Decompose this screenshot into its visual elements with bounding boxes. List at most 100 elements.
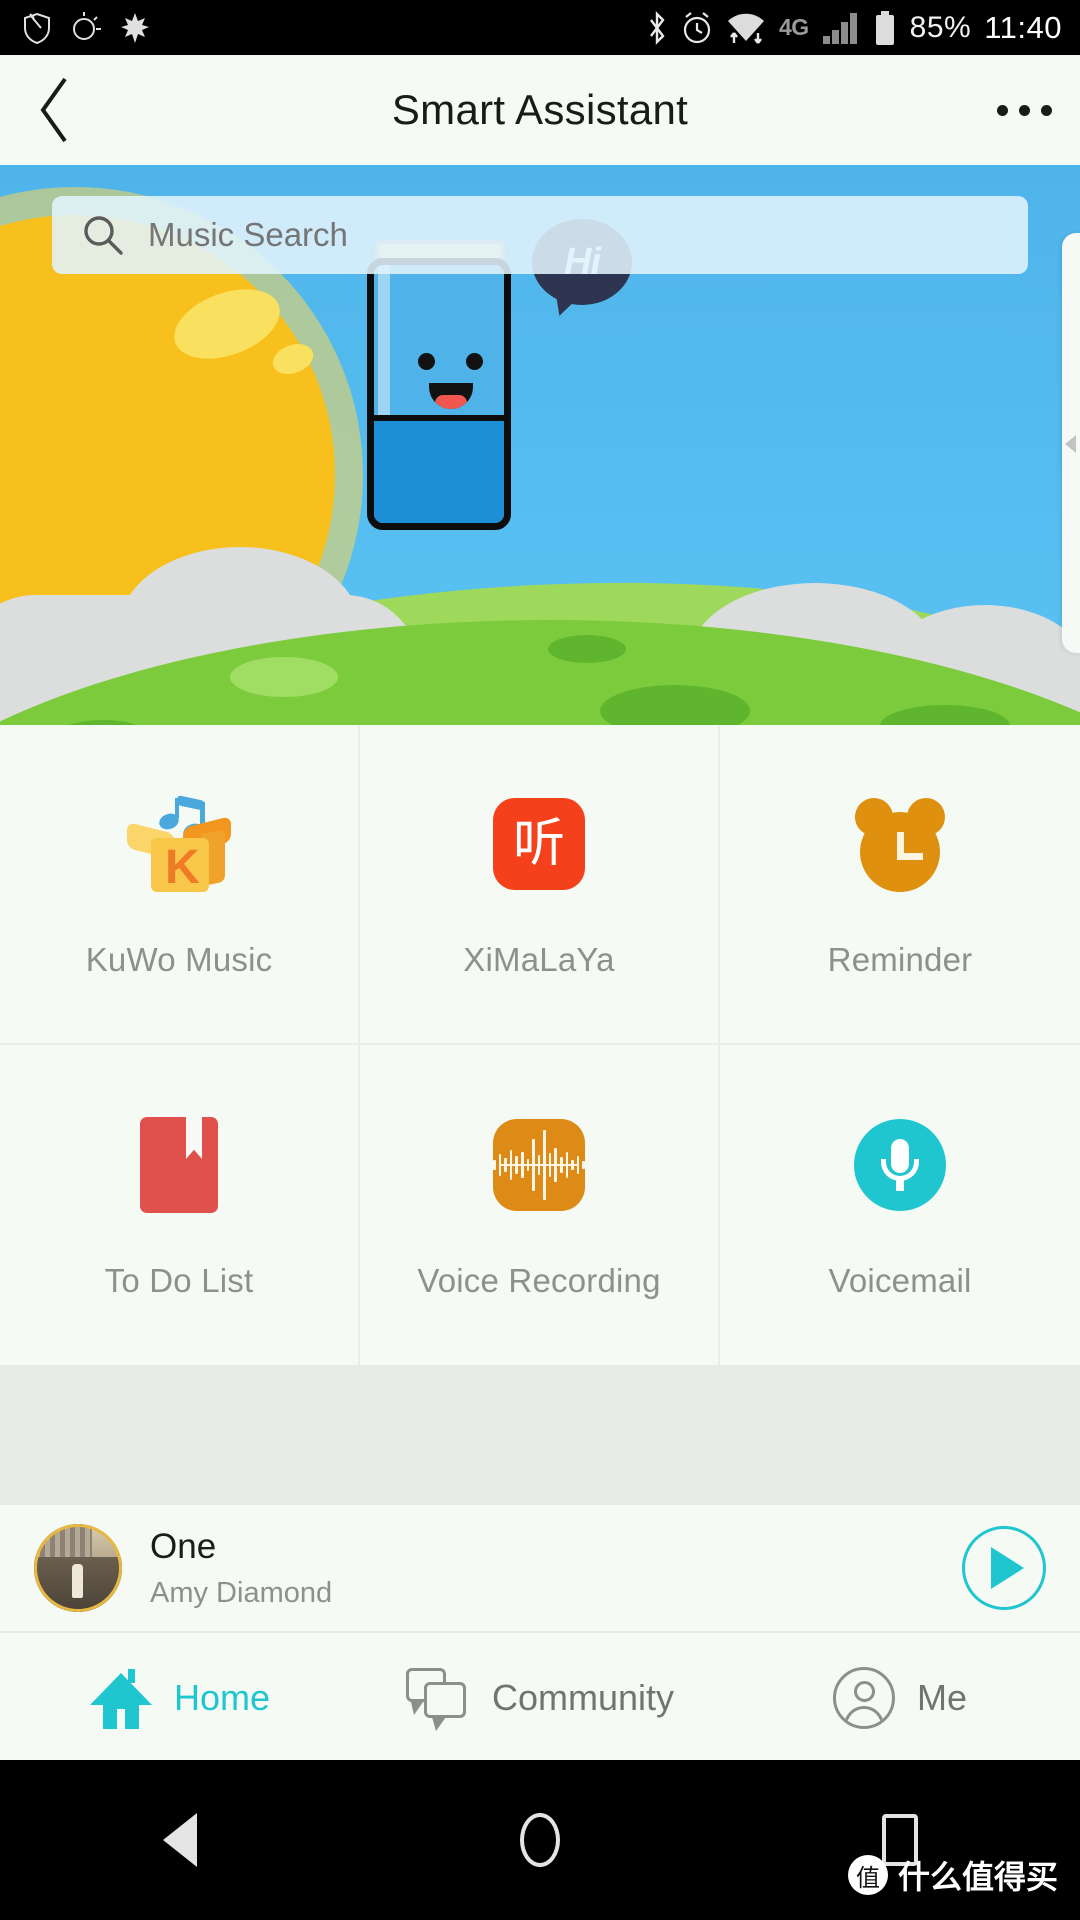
mascot-eye-right [466,353,483,370]
waveform-bar [532,1139,535,1191]
app-tile-kuwo-music[interactable]: K KuWo Music [0,725,360,1045]
ximalaya-glyph: 听 [512,814,565,874]
waveform-bar [537,1155,541,1175]
alarm-clock-shape [851,794,949,892]
more-dot [1019,104,1030,116]
app-tile-label: Reminder [827,941,973,978]
mic-stem [896,1177,904,1191]
waveform-bar [526,1159,530,1171]
user-head [853,1680,875,1702]
play-button[interactable] [962,1526,1046,1610]
tab-community[interactable]: Community [360,1635,720,1760]
ximalaya-badge: 听 [493,798,585,890]
bush-shape [548,635,626,663]
track-artist: Amy Diamond [150,1576,333,1609]
signal-icon [822,12,857,44]
more-options-button[interactable] [997,55,1052,165]
app-tile-to-do-list[interactable]: To Do List [0,1045,360,1365]
tab-label: Me [916,1676,967,1718]
bottom-tab-bar: Home Community Me [0,1635,1080,1760]
hero-banner-carousel[interactable]: Hi [0,165,1080,725]
android-back-button[interactable] [0,1813,360,1867]
home-door [116,1708,125,1729]
bookmark-ribbon [186,1117,202,1159]
notebook-shape [140,1117,218,1213]
search-input[interactable] [148,216,928,254]
microphone-badge [854,1119,946,1211]
alarm-hand-minute [897,853,923,860]
mascot-lower-body [374,415,504,523]
maple-leaf-icon [121,12,149,43]
track-title: One [150,1526,217,1566]
alarm-clock-icon [845,789,955,899]
search-bar[interactable] [52,196,1028,274]
waveform-bar [492,1160,496,1170]
phone-screen: 4G 85% 11:40 Smart Assistant Music Searc… [0,0,1080,1920]
waveform-bar [571,1160,574,1170]
chevron-left-small-icon [1065,435,1076,453]
play-icon [991,1547,1024,1589]
waveform-icon [484,1110,594,1220]
app-grid-row: To Do List Voice Recording Voicemail [0,1045,1080,1365]
mini-player-bar[interactable]: One Amy Diamond [0,1505,1080,1633]
network-type-label: 4G [778,14,809,40]
chat-bubble-front-tail [431,1716,446,1731]
waveform-bar [560,1157,563,1173]
weather-icon [73,11,101,40]
search-icon [84,216,123,255]
app-tile-reminder[interactable]: Reminder [720,725,1080,1045]
waveform-bar [515,1156,518,1174]
app-tile-voicemail[interactable]: Voicemail [720,1045,1080,1365]
android-home-icon [520,1813,560,1867]
waveform-badge [492,1119,586,1211]
app-tile-voice-recording[interactable]: Voice Recording [360,1045,720,1365]
bush-shape [230,657,338,697]
android-home-button[interactable] [360,1813,720,1867]
clock-label: 11:40 [984,9,1062,45]
waveform-bar [543,1130,546,1200]
waveform-bar [582,1161,586,1169]
waveform-bar [498,1154,502,1176]
more-dot [997,104,1008,116]
app-tile-label: XiMaLaYa [463,941,615,978]
app-tile-label: To Do List [104,1262,254,1299]
kuwo-music-icon: K [124,789,234,899]
banner-card[interactable]: Hi [0,165,1080,725]
player-metadata: One Amy Diamond [150,1527,332,1610]
mascot-eye-left [418,353,435,370]
alarm-icon [683,11,711,43]
watermark-logo: 值 [847,1855,888,1895]
waveform-bar [509,1150,513,1180]
watermark: 值 什么值得买 [847,1852,1058,1898]
app-shortcut-grid: K KuWo Music 听 XiMaLaYa Reminder To Do L… [0,725,1080,1365]
album-art-ring [34,1524,122,1612]
user-circle-icon [832,1666,895,1729]
status-bar: 4G 85% 11:40 [0,0,1080,55]
app-tile-label: KuWo Music [85,941,273,978]
app-tile-ximalaya[interactable]: 听 XiMaLaYa [360,725,720,1045]
album-art-thumbnail[interactable] [34,1524,122,1612]
app-header: Smart Assistant [0,55,1080,165]
status-bar-right-icons: 4G 85% 11:40 [646,10,1080,46]
app-tile-label: Voice Recording [417,1262,661,1299]
status-bar-left-icons [0,11,150,44]
waveform-bar [554,1148,558,1182]
kuwo-box-shape: K [127,794,231,894]
mascot-tongue [435,395,467,409]
microphone-icon [845,1110,955,1220]
bluetooth-icon [650,10,665,45]
home-icon [89,1667,152,1729]
chat-bubble-front [423,1681,466,1718]
watermark-text: 什么值得买 [897,1858,1058,1896]
shield-notification-icon [24,12,50,44]
ximalaya-icon: 听 [484,789,594,899]
wifi-icon [727,13,764,44]
waveform-bar [565,1152,569,1178]
content-spacer [0,1365,1080,1505]
app-tile-label: Voicemail [828,1262,972,1299]
android-navigation-bar: 值 什么值得买 [0,1760,1080,1920]
tab-me[interactable]: Me [720,1635,1080,1760]
waveform-bar [504,1158,507,1172]
tab-home[interactable]: Home [0,1635,360,1760]
notebook-icon [124,1110,234,1220]
